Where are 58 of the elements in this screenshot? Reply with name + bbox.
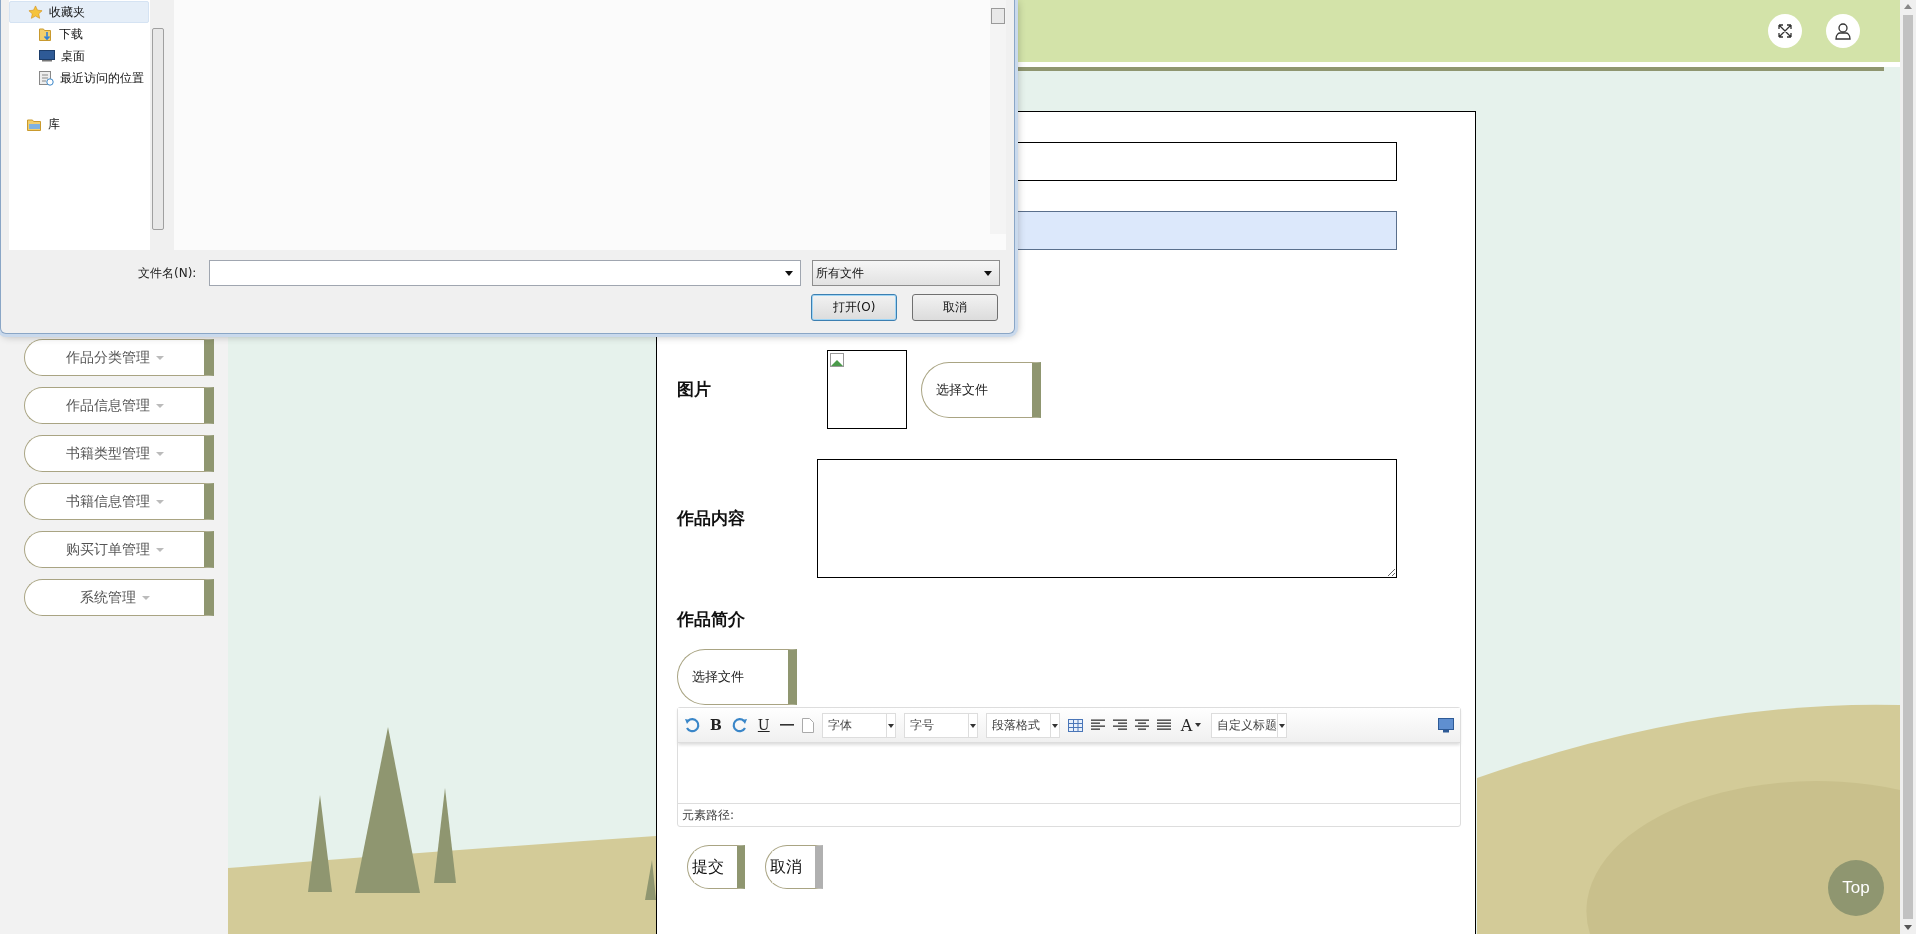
toolbar-dropdown[interactable]: 字体 (821, 712, 896, 738)
desktop-icon (39, 50, 55, 62)
sidebar-menu-item[interactable]: 书籍信息管理 (24, 483, 214, 520)
form-button[interactable]: 取消 (765, 845, 823, 889)
nav-item[interactable]: 桌面 (9, 45, 149, 67)
underline-button[interactable]: U (755, 717, 772, 733)
file-name-field[interactable] (209, 260, 801, 286)
redo-icon[interactable] (731, 717, 748, 733)
choose-file-button[interactable]: 选择文件 (921, 361, 1041, 418)
justify-icon[interactable] (1156, 719, 1171, 731)
fullscreen-icon[interactable] (1768, 14, 1802, 48)
sidebar-menu-item[interactable]: 购买订单管理 (24, 531, 214, 568)
bold-button[interactable]: B (708, 717, 724, 733)
caret-icon (155, 355, 164, 360)
horizontal-rule-icon[interactable] (779, 723, 794, 727)
file-name-label: 文件名(N): (138, 264, 198, 282)
file-type-dropdown[interactable]: 所有文件 (812, 260, 1000, 286)
form-button[interactable]: 提交 (687, 845, 745, 889)
sidebar-menu-item[interactable]: 作品信息管理 (24, 387, 214, 424)
dialog-button[interactable]: 打开(O) (811, 294, 897, 321)
caret-icon (155, 499, 164, 504)
folder-download-icon (39, 26, 53, 42)
scrollbar[interactable] (150, 0, 166, 250)
caret-icon (155, 403, 164, 408)
align-center-icon[interactable] (1134, 719, 1149, 731)
scrollbar[interactable] (990, 0, 1006, 234)
toolbar-dropdown[interactable]: 字号 (903, 712, 978, 738)
toolbar-dropdown[interactable]: 自定义标题 (1211, 712, 1288, 738)
recent-places-icon (39, 70, 54, 86)
nav-item[interactable]: 收藏夹 (9, 1, 149, 23)
align-left-icon[interactable] (1090, 719, 1105, 731)
monitor-icon[interactable] (1438, 717, 1454, 733)
star-icon (28, 4, 43, 20)
text-area[interactable] (817, 459, 1397, 578)
caret-icon (155, 451, 164, 456)
caret-icon (141, 595, 150, 600)
field-label: 作品简介 (677, 608, 746, 631)
font-color-button[interactable]: A (1178, 715, 1204, 735)
sidebar-menu-item[interactable]: 作品分类管理 (24, 339, 214, 376)
element-path-label: 元素路径: (682, 806, 735, 824)
sidebar-menu-item[interactable]: 书籍类型管理 (24, 435, 214, 472)
nav-item[interactable]: 下载 (9, 23, 149, 45)
scrollbar[interactable] (1900, 0, 1916, 934)
align-right-icon[interactable] (1112, 719, 1127, 731)
dialog-button[interactable]: 取消 (912, 294, 998, 321)
broken-image-icon (830, 353, 844, 367)
table-icon[interactable] (1067, 718, 1083, 732)
undo-icon[interactable] (684, 717, 700, 733)
folder-icon (27, 117, 42, 131)
nav-item[interactable]: 最近访问的位置 (9, 67, 149, 89)
caret-icon (155, 547, 164, 552)
choose-file-button[interactable]: 选择文件 (677, 649, 797, 705)
field-label: 作品内容 (677, 507, 746, 530)
toolbar-dropdown[interactable]: 段落格式 (985, 712, 1060, 738)
nav-item[interactable]: 库 (9, 113, 149, 135)
user-icon[interactable] (1826, 14, 1860, 48)
field-label: 图片 (677, 378, 712, 401)
sidebar-menu-item[interactable]: 系统管理 (24, 579, 214, 616)
